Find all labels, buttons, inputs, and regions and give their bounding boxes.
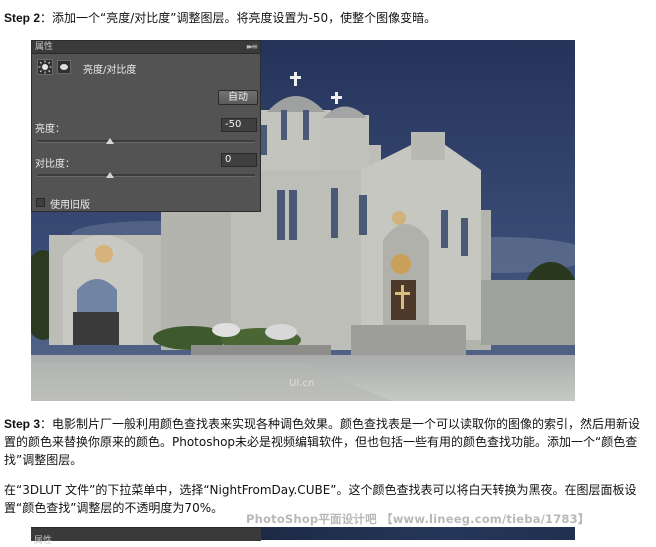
contrast-slider-thumb[interactable]	[105, 172, 114, 178]
brightness-slider-thumb[interactable]	[105, 138, 114, 144]
next-photo	[261, 527, 575, 540]
layer-mask-icon[interactable]	[57, 60, 71, 74]
step2-paragraph: Step 2：添加一个“亮度/对比度”调整图层。将亮度设置为-50，使整个图像变…	[4, 9, 652, 27]
step2-label: Step 2	[4, 11, 41, 25]
next-panel-titlebar: 属性	[31, 527, 261, 546]
site-watermark: PhotoShop平面设计吧 【www.lineeg.com/tieba/178…	[246, 512, 590, 526]
contrast-label: 对比度：	[35, 159, 75, 170]
step2-text: ：添加一个“亮度/对比度”调整图层。将亮度设置为-50，使整个图像变暗。	[40, 11, 437, 25]
auto-button[interactable]: 自动	[218, 90, 258, 105]
contrast-value-field[interactable]: 0	[221, 153, 257, 167]
step3-paragraph: Step 3：电影制片厂一般利用颜色查找表来实现各种调色效果。颜色查找表是一个可…	[4, 415, 652, 469]
brightness-sun-icon[interactable]	[37, 59, 53, 75]
brightness-value-field[interactable]: -50	[221, 118, 257, 132]
adjustment-name: 亮度/对比度	[83, 65, 137, 76]
panel-menu-icon[interactable]: ▸▸ ≡	[247, 41, 258, 53]
next-panel-tab: 属性	[34, 536, 53, 546]
photo-watermark: UI.cn	[289, 378, 315, 389]
panel-titlebar: 属性 ▸▸ ≡	[32, 41, 260, 54]
panel-tab[interactable]: 属性	[35, 42, 53, 52]
brightness-slider-track[interactable]	[37, 140, 255, 143]
adjustment-header: 亮度/对比度	[35, 58, 257, 78]
contrast-slider-track[interactable]	[37, 174, 255, 177]
use-legacy-label: 使用旧版	[50, 200, 90, 211]
properties-panel: 属性 ▸▸ ≡ 亮度/对比度 自动 亮度： -50 对比度： 0 使用旧版	[31, 40, 261, 212]
step3-label: Step 3	[4, 417, 41, 431]
use-legacy-checkbox[interactable]	[36, 198, 45, 207]
step3-text: ：电影制片厂一般利用颜色查找表来实现各种调色效果。颜色查找表是一个可以读取你的图…	[4, 417, 641, 467]
brightness-label: 亮度：	[35, 124, 65, 135]
